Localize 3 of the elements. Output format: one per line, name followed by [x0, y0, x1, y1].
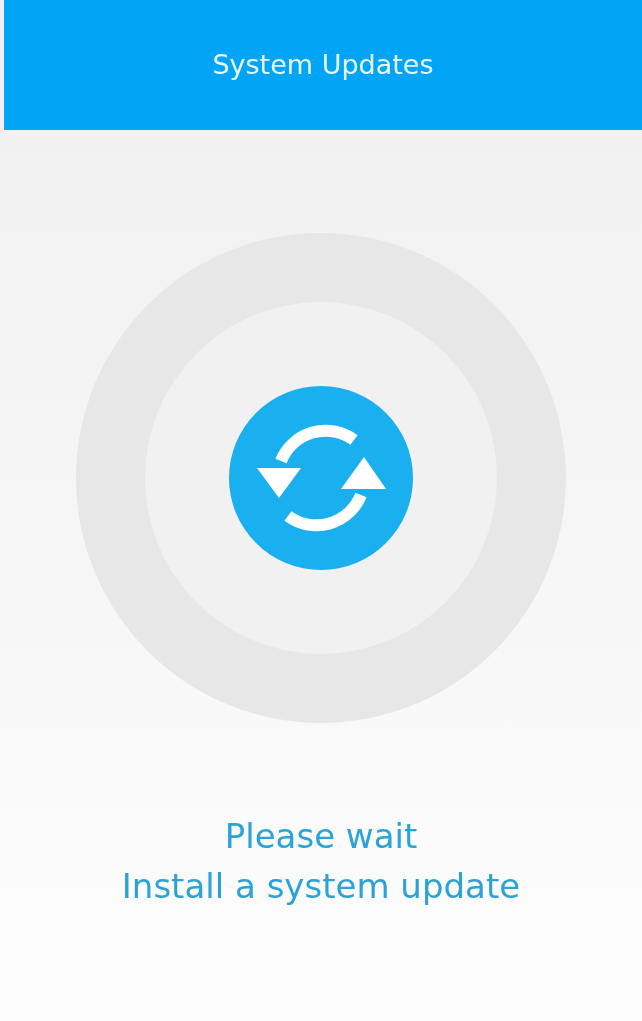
title: System Updates: [212, 47, 434, 82]
status-message: Install a system update: [121, 866, 521, 906]
status-message: Please wait: [224, 816, 418, 856]
